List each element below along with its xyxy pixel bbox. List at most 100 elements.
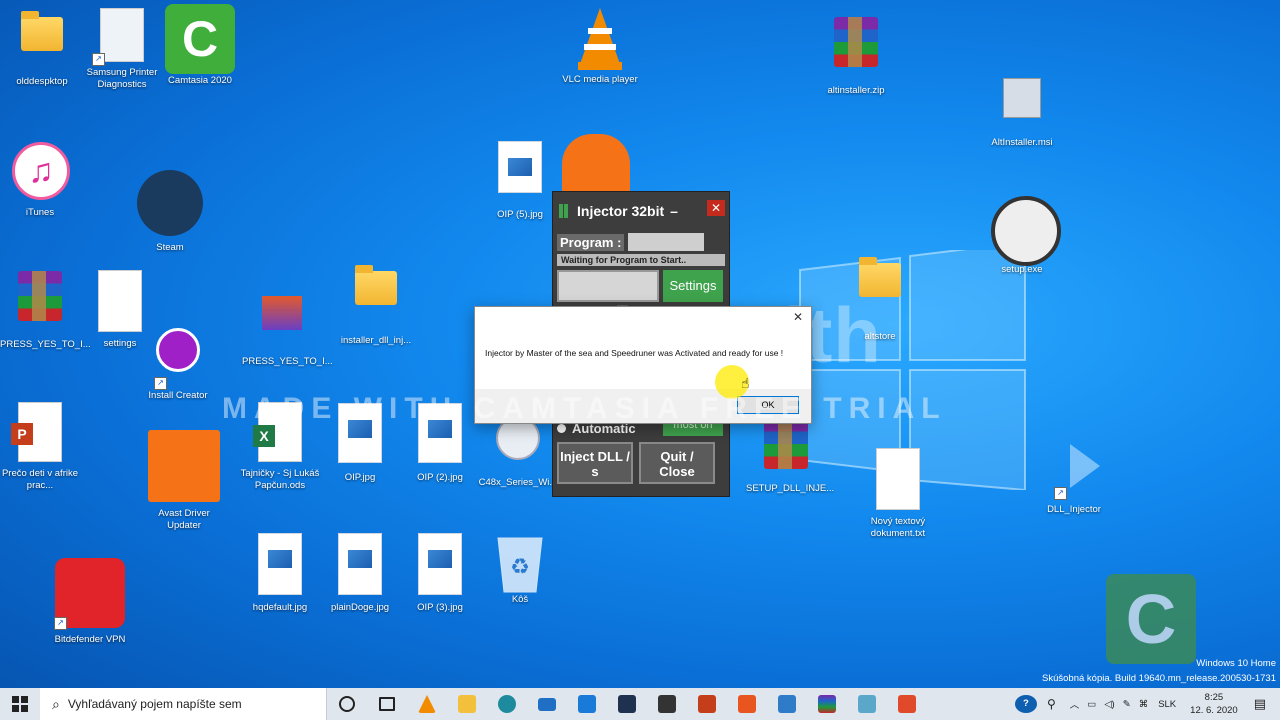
vlc-icon [418, 695, 436, 713]
desktop-icon-samsung-printer[interactable]: ↗ Samsung Printer Diagnostics [82, 6, 162, 91]
pen-icon[interactable]: ✎ [1123, 699, 1131, 710]
desktop-icon-hqdefault[interactable]: hqdefault.jpg [240, 530, 320, 614]
desktop-icon-avast-driver[interactable]: Avast Driver Updater [144, 430, 224, 532]
desktop-icon-installer-dll[interactable]: installer_dll_inj... [336, 260, 416, 347]
taskbar: ⌕ Vyhľadávaný pojem napíšte sem ? ⚲ ︿ ▭ … [0, 688, 1280, 720]
quit-close-button[interactable]: Quit / Close [639, 442, 715, 484]
svg-text:♻: ♻ [510, 554, 530, 579]
desktop-icon-setup-dll[interactable]: SETUP_DLL_INJE... [746, 416, 834, 495]
installer-icon [858, 695, 876, 713]
inject-dll-button[interactable]: Inject DLL / s [557, 442, 633, 484]
cortana-button[interactable] [327, 688, 367, 720]
clock[interactable]: 8:25 12. 6. 2020 [1190, 691, 1238, 717]
volume-icon[interactable]: ◁) [1104, 699, 1114, 710]
injector-app-icon [898, 695, 916, 713]
status-text: Waiting for Program to Start.. [557, 254, 725, 266]
program-input[interactable] [628, 233, 705, 251]
monitor-icon [778, 695, 796, 713]
desktop-icon-dll-injector[interactable]: ↗ DLL_Injector [1034, 440, 1114, 516]
folder-icon [355, 265, 397, 305]
desktop-icon-steam[interactable]: Steam [130, 170, 210, 254]
desktop-icon-bitdefender-vpn[interactable]: ↗ Bitdefender VPN [50, 558, 130, 646]
desktop-icon-altinstaller-zip[interactable]: altinstaller.zip [816, 14, 896, 97]
winrar-archive-icon [764, 419, 808, 469]
camtasia-trial-watermark: MADE WITH CAMTASIA FREE TRIAL [222, 392, 947, 425]
help-icon[interactable]: ? [1014, 695, 1037, 713]
battery-icon[interactable]: ▭ [1087, 699, 1096, 710]
program-label: Program : [557, 233, 625, 251]
taskbar-v-app[interactable] [607, 688, 647, 720]
taskbar-file-explorer[interactable] [447, 688, 487, 720]
desktop-icon-novy-textovy[interactable]: Nový textový dokument.txt [858, 446, 938, 540]
desktop-icon-press-yes-1[interactable]: PRESS_YES_TO_I... [0, 268, 91, 351]
chevron-up-icon[interactable]: ︿ [1070, 697, 1080, 711]
desktop-icon-preco-deti[interactable]: P Prečo deti v afrike prac... [0, 400, 80, 492]
store-bag-icon [658, 695, 676, 713]
taskbar-injector[interactable] [887, 688, 927, 720]
taskbar-winrar[interactable] [807, 688, 847, 720]
people-icon[interactable]: ⚲ [1047, 697, 1056, 711]
winrar-archive-icon [834, 17, 878, 67]
disc-icon [991, 196, 1061, 266]
desktop-icon-itunes[interactable]: ♫ iTunes [0, 140, 80, 219]
desktop-icon-camtasia[interactable]: C Camtasia 2020 [160, 4, 240, 87]
desktop-icon-plaindoge[interactable]: plainDoge.jpg [320, 530, 400, 614]
winrar-icon [818, 695, 836, 713]
cortana-circle-icon [339, 696, 355, 712]
steam-logo-icon [137, 170, 203, 236]
start-button[interactable] [0, 688, 40, 720]
hand-cursor-icon: ☝ [741, 375, 750, 391]
windows-edition: Windows 10 Home [1196, 658, 1276, 669]
windows-build-info: Windows 10 Home Skúšobná kópia. Build 19… [1042, 656, 1276, 686]
dialog-close-button[interactable]: ✕ [793, 310, 803, 324]
taskbar-powerpoint[interactable] [687, 688, 727, 720]
powerpoint-icon [698, 695, 716, 713]
edge-icon [498, 695, 516, 713]
search-icon: ⌕ [52, 695, 60, 712]
desktop-icon-vlc[interactable]: VLC media player [560, 6, 640, 86]
minimize-button[interactable]: – [670, 203, 678, 219]
desktop-icon-oip5[interactable]: OIP (5).jpg [480, 138, 560, 221]
taskbar-edge[interactable] [487, 688, 527, 720]
powerpoint-file-icon: P [11, 402, 62, 462]
desktop-icon-install-creator[interactable]: ↗ Install Creator [138, 324, 218, 402]
task-view-icon [379, 697, 395, 711]
injector-titlebar[interactable]: Injector 32bit – [553, 192, 729, 230]
desktop-icon-setup-exe[interactable]: setup.exe [982, 196, 1062, 276]
image-file-icon [498, 141, 542, 193]
search-placeholder: Vyhľadávaný pojem napíšte sem [67, 697, 242, 711]
image-file-icon [338, 533, 382, 595]
network-icon[interactable]: ⌘ [1139, 699, 1149, 710]
windows-app-icon [578, 695, 596, 713]
clock-time: 8:25 [1204, 692, 1224, 703]
windows-start-icon [12, 696, 28, 712]
installer-icon [262, 296, 302, 330]
taskbar-vlc[interactable] [407, 688, 447, 720]
taskbar-installer[interactable] [847, 688, 887, 720]
install-creator-icon [156, 328, 200, 372]
taskbar-mail[interactable] [527, 688, 567, 720]
taskbar-store[interactable] [647, 688, 687, 720]
taskbar-search-box[interactable]: ⌕ Vyhľadávaný pojem napíšte sem [40, 688, 327, 720]
notification-icon[interactable]: ▤ [1254, 696, 1266, 712]
text-file-icon [876, 448, 920, 510]
taskbar-camtasia[interactable] [727, 688, 767, 720]
task-view-button[interactable] [367, 688, 407, 720]
recycle-bin-icon: ♻ [497, 537, 543, 593]
desktop-icon-altinstaller-msi[interactable]: AltInstaller.msi [982, 70, 1062, 149]
language-indicator[interactable]: SLK [1158, 699, 1176, 710]
installer-package-icon [1003, 78, 1041, 118]
image-file-icon [258, 533, 302, 595]
taskbar-monitor-app[interactable] [767, 688, 807, 720]
camtasia-watermark-logo: C [1106, 574, 1196, 664]
desktop-icon-oip3[interactable]: OIP (3).jpg [400, 530, 480, 614]
desktop-icon-press-yes-2[interactable]: PRESS_YES_TO_I... [242, 284, 333, 368]
system-tray: ? ⚲ ︿ ▭ ◁) ✎ ⌘ SLK 8:25 12. 6. 2020 ▤ [1014, 688, 1280, 720]
injector-close-button[interactable]: ✕ [707, 200, 725, 216]
desktop-icon-olddespktop[interactable]: olddespktop [2, 6, 82, 88]
camtasia-icon: C [165, 4, 235, 74]
taskbar-windows-app[interactable] [567, 688, 607, 720]
desktop-icon-recycle-bin[interactable]: ♻ Kôš [480, 530, 560, 606]
printer-icon [100, 8, 144, 62]
avast-icon [562, 134, 630, 194]
